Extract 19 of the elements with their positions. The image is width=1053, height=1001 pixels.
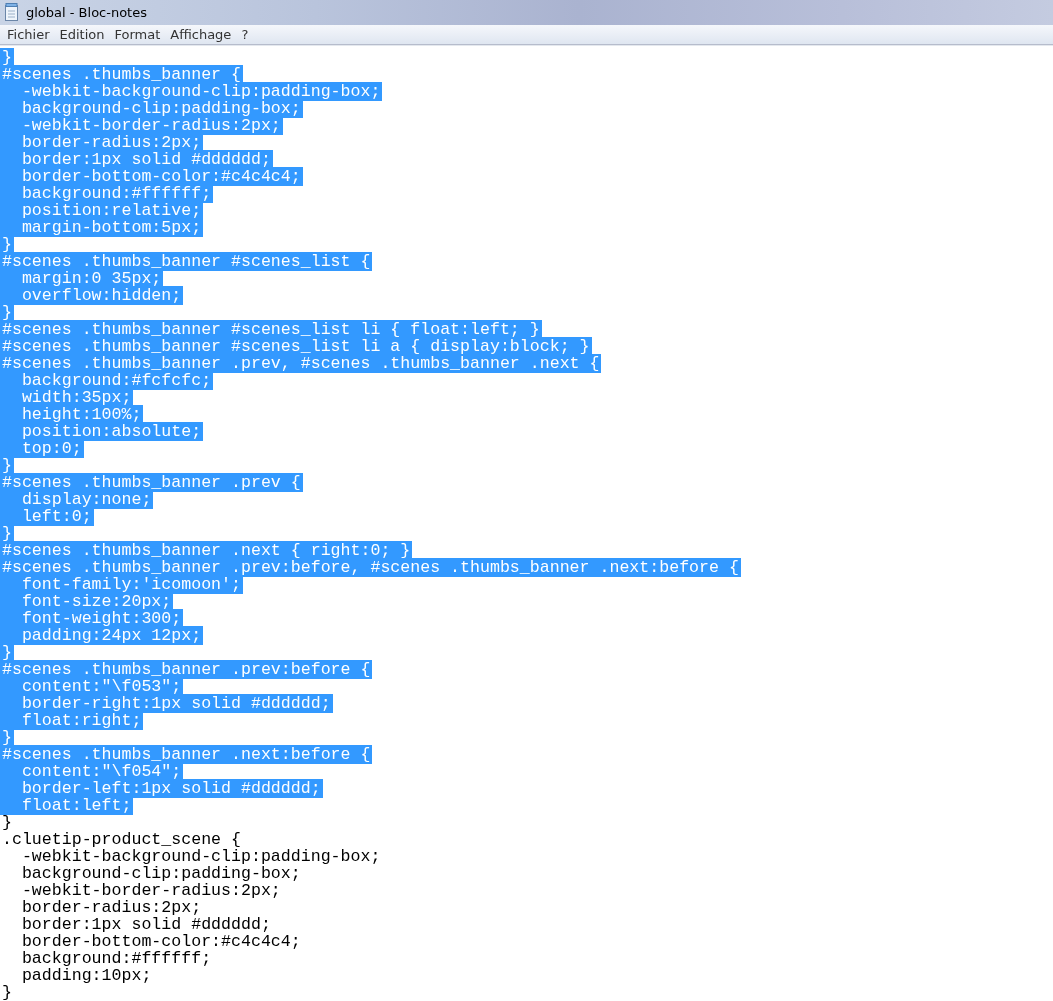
code-line: .cluetip-product_scene {: [1, 830, 242, 849]
code-line: -webkit-border-radius:2px;: [20, 881, 282, 900]
code-line: border-bottom-color:#c4c4c4;: [20, 932, 302, 951]
code-line: }: [1, 983, 13, 1001]
code-line: border:1px solid #dddddd;: [20, 915, 272, 934]
code-line: border-radius:2px;: [20, 898, 203, 917]
menu-item[interactable]: ?: [236, 24, 254, 44]
code-line: -webkit-background-clip:padding-box;: [20, 847, 382, 866]
menu-item[interactable]: Edition: [54, 24, 110, 44]
menu-item[interactable]: Affichage: [165, 24, 237, 44]
code-line: }: [1, 813, 13, 832]
menu-item[interactable]: Format: [109, 24, 166, 44]
notepad-icon: [4, 3, 20, 22]
window-title: global - Bloc-notes: [26, 4, 147, 20]
code-line: background-clip:padding-box;: [20, 864, 302, 883]
code-line: background:#ffffff;: [20, 949, 213, 968]
code-line: padding:10px;: [20, 966, 153, 985]
menu-item[interactable]: Fichier: [2, 24, 55, 44]
text-editor[interactable]: [0, 45, 1053, 1001]
